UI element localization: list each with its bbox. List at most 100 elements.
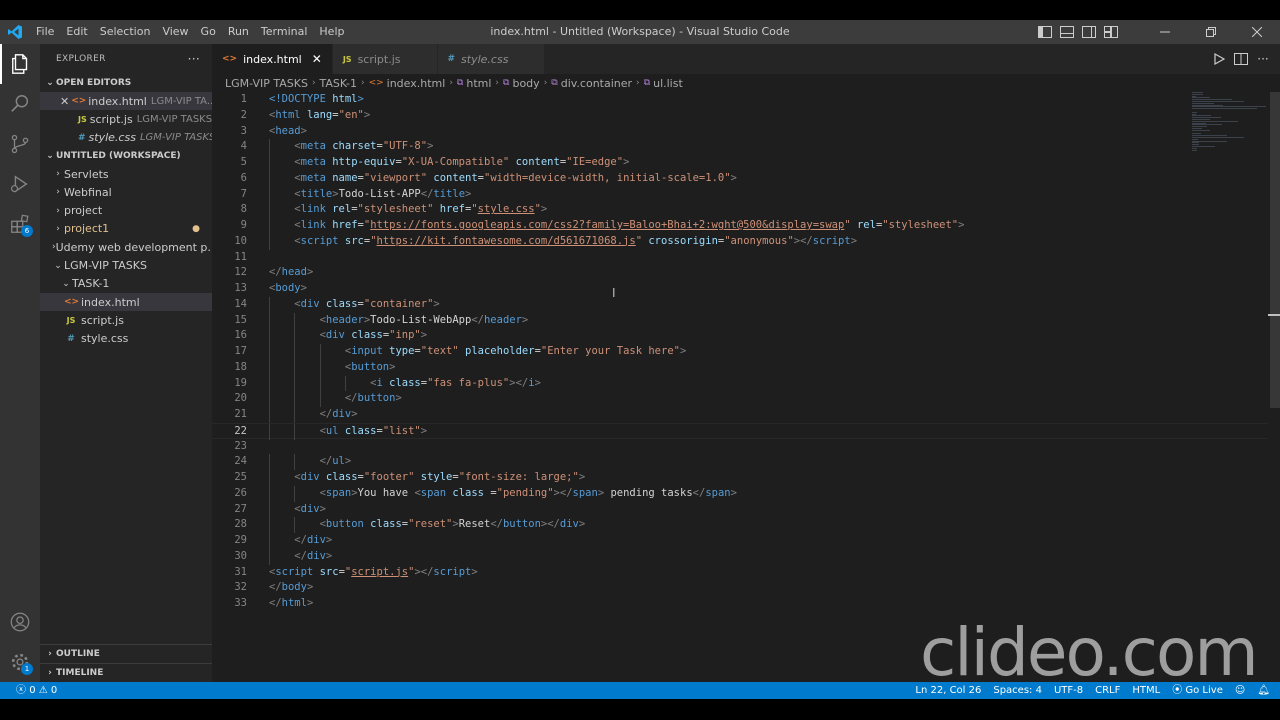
- code-line[interactable]: 20 </button>: [212, 391, 1268, 407]
- feedback-icon[interactable]: ☺: [1229, 682, 1251, 699]
- breadcrumb-item[interactable]: TASK-1: [320, 77, 357, 90]
- code-line[interactable]: 2 <html lang="en">: [212, 108, 1268, 124]
- code-line[interactable]: 21 </div>: [212, 407, 1268, 423]
- extensions-icon[interactable]: 6: [0, 204, 40, 244]
- menu-selection[interactable]: Selection: [94, 20, 157, 44]
- breadcrumb-item[interactable]: body: [512, 77, 539, 90]
- cursor-position[interactable]: Ln 22, Col 26: [909, 682, 987, 699]
- folder-project[interactable]: › project: [40, 201, 212, 219]
- close-window-icon[interactable]: [1234, 20, 1280, 44]
- code-line[interactable]: 5 <meta http-equiv="X-UA-Compatible" con…: [212, 155, 1268, 171]
- open-editor-index[interactable]: ✕ <> index.html LGM-VIP TA...: [40, 92, 212, 111]
- close-icon[interactable]: ✕: [60, 95, 69, 108]
- code-line[interactable]: 6 <meta name="viewport" content="width=d…: [212, 170, 1268, 187]
- problems-indicator[interactable]: ⓧ 0 ⚠ 0: [10, 682, 63, 699]
- code-line[interactable]: 8 <link rel="stylesheet" href="style.css…: [212, 202, 1268, 218]
- menu-edit[interactable]: Edit: [60, 20, 93, 44]
- language-mode[interactable]: HTML: [1126, 682, 1166, 699]
- folder-webfinal[interactable]: › Webfinal: [40, 183, 212, 201]
- source-control-icon[interactable]: [0, 124, 40, 164]
- workspace-section[interactable]: ⌄ UNTITLED (WORKSPACE): [40, 147, 212, 165]
- folder-project1[interactable]: › project1 ●: [40, 220, 212, 238]
- breadcrumb-item[interactable]: ul.list: [653, 77, 683, 90]
- code-editor[interactable]: 1 <!DOCTYPE html> 2 <html lang="en"> 3 <head>…: [212, 92, 1268, 682]
- code-line[interactable]: 9 <link href="https://fonts.googleapis.c…: [212, 218, 1268, 234]
- timeline-section[interactable]: › TIMELINE: [40, 663, 212, 682]
- minimap[interactable]: [1192, 92, 1266, 152]
- code-line[interactable]: 27 <div>: [212, 501, 1268, 518]
- end-of-line[interactable]: CRLF: [1089, 682, 1126, 699]
- code-line[interactable]: 7 <title>Todo-List-APP</title>: [212, 186, 1268, 203]
- split-editor-icon[interactable]: [1230, 48, 1252, 70]
- toggle-sidebar-icon[interactable]: [1034, 20, 1056, 44]
- code-line[interactable]: 26 <span>You have <span class ="pending"…: [212, 485, 1268, 502]
- code-line[interactable]: 33 </html>: [212, 596, 1268, 612]
- menu-go[interactable]: Go: [195, 20, 222, 44]
- more-actions-icon[interactable]: ···: [188, 52, 200, 66]
- scroll-thumb[interactable]: [1270, 92, 1280, 408]
- code-line[interactable]: 3 <head>: [212, 124, 1268, 140]
- go-live-button[interactable]: ⦿ Go Live: [1166, 682, 1229, 699]
- code-line[interactable]: 23: [212, 439, 1268, 455]
- code-line[interactable]: 17 <input type="text" placeholder="Enter…: [212, 344, 1268, 360]
- file-index-html[interactable]: <> index.html: [40, 292, 212, 312]
- code-line[interactable]: 30 </div>: [212, 548, 1268, 565]
- folder-udemy[interactable]: › Udemy web development p...: [40, 238, 212, 256]
- tab-script-js[interactable]: JS script.js: [332, 44, 438, 74]
- code-line[interactable]: 10 <script src="https://kit.fontawesome.…: [212, 233, 1268, 250]
- menu-help[interactable]: Help: [313, 20, 350, 44]
- run-debug-icon[interactable]: [0, 164, 40, 204]
- tab-style-css[interactable]: # style.css: [437, 44, 546, 74]
- folder-task-1[interactable]: ⌄ TASK-1: [40, 275, 212, 293]
- minimize-icon[interactable]: [1142, 20, 1188, 44]
- toggle-secondary-sidebar-icon[interactable]: [1078, 20, 1100, 44]
- outline-section[interactable]: › OUTLINE: [40, 644, 212, 663]
- code-line[interactable]: 14 <div class="container">: [212, 296, 1268, 313]
- breadcrumb-item[interactable]: div.container: [561, 77, 632, 90]
- search-icon[interactable]: [0, 84, 40, 124]
- indentation[interactable]: Spaces: 4: [987, 682, 1048, 699]
- notifications-bell-icon[interactable]: 🔔︎: [1251, 682, 1280, 699]
- menu-file[interactable]: File: [30, 20, 60, 44]
- tab-index-html[interactable]: <> index.html ✕: [212, 44, 333, 74]
- open-editors-section[interactable]: ⌄ OPEN EDITORS: [40, 74, 212, 92]
- file-style-css[interactable]: # style.css: [40, 330, 212, 348]
- code-line[interactable]: 28 <button class="reset">Reset</button><…: [212, 517, 1268, 533]
- folder-lgm-vip-tasks[interactable]: ⌄ LGM-VIP TASKS: [40, 256, 212, 274]
- explorer-icon[interactable]: [0, 44, 40, 84]
- menu-view[interactable]: View: [156, 20, 194, 44]
- code-line[interactable]: 18 <button>: [212, 359, 1268, 376]
- code-line[interactable]: 31 <script src="script.js"></script>: [212, 565, 1268, 581]
- more-actions-icon[interactable]: ···: [1252, 48, 1274, 70]
- code-line[interactable]: 22 <ul class="list">: [212, 422, 1268, 440]
- folder-servlets[interactable]: › Servlets: [40, 165, 212, 183]
- code-line[interactable]: 11: [212, 250, 1268, 266]
- editor-scrollbar[interactable]: [1268, 92, 1280, 682]
- breadcrumb-item[interactable]: html: [466, 77, 491, 90]
- customize-layout-icon[interactable]: [1100, 20, 1122, 44]
- menu-terminal[interactable]: Terminal: [255, 20, 314, 44]
- close-tab-icon[interactable]: ✕: [312, 52, 322, 66]
- code-line[interactable]: 24 </ul>: [212, 454, 1268, 470]
- accounts-icon[interactable]: [0, 602, 40, 642]
- open-editor-style[interactable]: # style.css LGM-VIP TASKS ...: [40, 129, 212, 147]
- code-line[interactable]: 15 <header>Todo-List-WebApp</header>: [212, 312, 1268, 329]
- code-line[interactable]: 29 </div>: [212, 533, 1268, 549]
- code-line[interactable]: 1 <!DOCTYPE html>: [212, 92, 1268, 108]
- code-line[interactable]: 32 </body>: [212, 580, 1268, 596]
- code-line[interactable]: 12 </head>: [212, 265, 1268, 281]
- code-line[interactable]: 16 <div class="inp">: [212, 328, 1268, 344]
- menu-run[interactable]: Run: [222, 20, 255, 44]
- code-line[interactable]: 19 <i class="fas fa-plus"></i>: [212, 375, 1268, 392]
- manage-gear-icon[interactable]: 1: [0, 642, 40, 682]
- restore-icon[interactable]: [1188, 20, 1234, 44]
- file-script-js[interactable]: JS script.js: [40, 311, 212, 329]
- toggle-panel-icon[interactable]: [1056, 20, 1078, 44]
- code-line[interactable]: 13 <body>: [212, 281, 1268, 297]
- code-line[interactable]: 4 <meta charset="UTF-8">: [212, 139, 1268, 155]
- breadcrumb-item[interactable]: index.html: [387, 77, 446, 90]
- open-editor-script[interactable]: JS script.js LGM-VIP TASKS ...: [40, 110, 212, 128]
- code-line[interactable]: 25 <div class="footer" style="font-size:…: [212, 470, 1268, 486]
- encoding[interactable]: UTF-8: [1048, 682, 1089, 699]
- breadcrumb-item[interactable]: LGM-VIP TASKS: [225, 77, 308, 90]
